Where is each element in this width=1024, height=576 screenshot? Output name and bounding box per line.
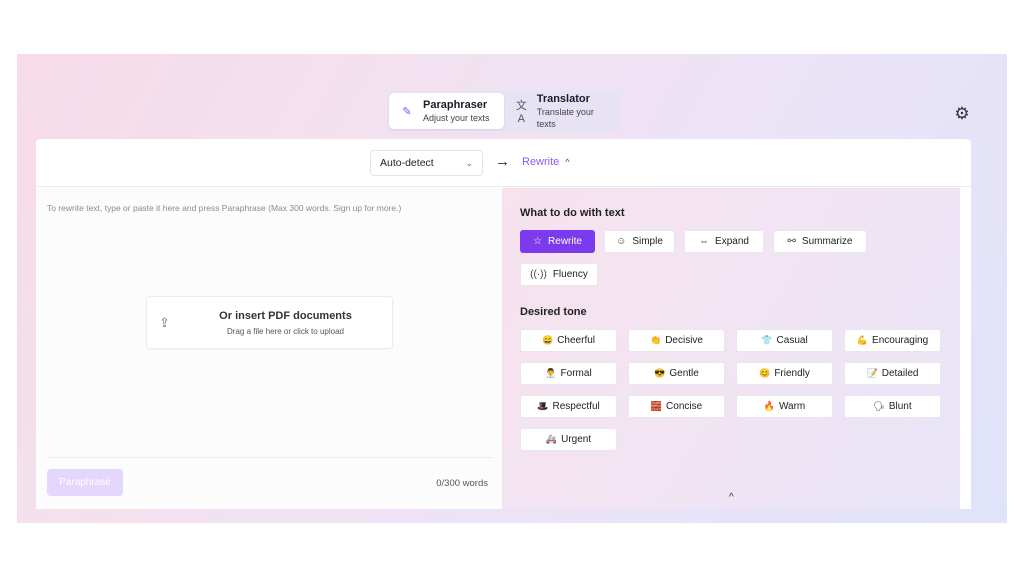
smile-icon: ☺ <box>616 236 627 247</box>
tone-label: Encouraging <box>872 335 929 346</box>
language-value: Auto-detect <box>380 157 434 169</box>
mode-dropdown[interactable]: Rewrite ^ <box>522 156 570 168</box>
chevron-up-icon: ^ <box>565 157 570 167</box>
arrow-right-icon: → <box>495 153 510 170</box>
mode-switch: ✎ Paraphraser Adjust your texts 文A Trans… <box>387 91 621 131</box>
tab-title: Translator <box>536 92 590 105</box>
mode-value: Rewrite <box>522 156 560 168</box>
gear-icon[interactable]: ⚙ <box>953 105 971 123</box>
star-icon: ☆ <box>533 236 543 247</box>
emoji-icon: 👏 <box>649 335 662 345</box>
tone-label: Formal <box>560 368 592 379</box>
option-label: Summarize <box>801 236 853 247</box>
emoji-icon: 😊 <box>759 368 771 378</box>
option-label: Expand <box>715 236 749 247</box>
option-simple[interactable]: ☺ Simple <box>604 230 675 253</box>
paraphrase-button[interactable]: Paraphrase <box>47 469 123 496</box>
tone-label: Decisive <box>665 335 703 346</box>
tone-label: Blunt <box>888 401 912 412</box>
tab-title: Paraphraser <box>423 98 488 111</box>
option-label: Simple <box>632 236 663 247</box>
divider <box>47 457 492 458</box>
tone-warm[interactable]: 🔥 Warm <box>736 395 833 418</box>
tone-title: Desired tone <box>520 306 587 318</box>
tone-blunt[interactable]: 🗣 Blunt <box>844 395 941 418</box>
tone-label: Urgent <box>561 434 592 445</box>
options-pane: What to do with text ☆ Rewrite ☺ Simple ⇔ E… <box>502 188 960 509</box>
option-label: Fluency <box>552 269 588 280</box>
emoji-icon: 🔥 <box>763 401 775 411</box>
tone-label: Concise <box>666 401 703 412</box>
option-rewrite[interactable]: ☆ Rewrite <box>520 230 595 253</box>
emoji-icon: 👨‍💼 <box>545 368 557 378</box>
tone-label: Detailed <box>881 368 919 379</box>
tone-label: Friendly <box>774 368 810 379</box>
tone-cheerful[interactable]: 😄 Cheerful <box>520 329 617 352</box>
tone-detailed[interactable]: 📝 Detailed <box>844 362 941 385</box>
input-pane[interactable]: To rewrite text, type or paste it here a… <box>36 188 507 509</box>
tab-paraphraser[interactable]: ✎ Paraphraser Adjust your texts <box>389 93 504 129</box>
editor-toolbar: Auto-detect ⌄ → Rewrite ^ <box>36 139 971 187</box>
chevron-up-icon[interactable]: ^ <box>729 492 734 503</box>
scrollbar[interactable] <box>960 188 971 509</box>
emoji-icon: 😎 <box>654 368 666 378</box>
tone-concise[interactable]: 🧱 Concise <box>628 395 725 418</box>
tone-casual[interactable]: 👕 Casual <box>736 329 833 352</box>
emoji-icon: 😄 <box>541 335 554 345</box>
tone-label: Warm <box>778 401 806 412</box>
tab-translator[interactable]: 文A Translator Translate your texts <box>504 93 619 129</box>
word-count: 0/300 words <box>436 478 488 489</box>
option-expand[interactable]: ⇔ Expand <box>684 230 764 253</box>
pdf-subtitle: Drag a file here or click to upload <box>227 327 344 336</box>
pencil-icon: ✎ <box>402 105 412 118</box>
emoji-icon: 🚑 <box>545 434 558 444</box>
language-select[interactable]: Auto-detect ⌄ <box>370 150 483 176</box>
emoji-icon: 👕 <box>761 335 773 345</box>
pdf-title: Or insert PDF documents <box>219 310 352 322</box>
chevron-down-icon: ⌄ <box>465 157 473 168</box>
input-placeholder: To rewrite text, type or paste it here a… <box>47 203 402 213</box>
broadcast-icon: ((·)) <box>530 269 547 280</box>
tone-formal[interactable]: 👨‍💼 Formal <box>520 362 617 385</box>
editor-card: Auto-detect ⌄ → Rewrite ^ To rewrite text… <box>36 139 971 509</box>
option-label: Rewrite <box>548 236 582 247</box>
tone-decisive[interactable]: 👏 Decisive <box>628 329 725 352</box>
translate-icon: 文A <box>515 100 527 125</box>
expand-icon: ⇔ <box>699 236 710 247</box>
pdf-upload-box[interactable]: ⇪ Or insert PDF documents Drag a file he… <box>146 296 393 349</box>
tone-label: Casual <box>776 335 808 346</box>
tone-label: Respectful <box>552 401 600 412</box>
app-background: ✎ Paraphraser Adjust your texts 文A Trans… <box>17 54 1007 523</box>
option-summarize[interactable]: ⚯ Summarize <box>773 230 867 253</box>
tone-respectful[interactable]: 🎩 Respectful <box>520 395 617 418</box>
emoji-icon: 💪 <box>856 335 869 345</box>
tone-friendly[interactable]: 😊 Friendly <box>736 362 833 385</box>
tab-subtitle: Translate your texts <box>536 106 594 129</box>
tone-urgent[interactable]: 🚑 Urgent <box>520 428 617 451</box>
emoji-icon: 🗣 <box>873 401 885 411</box>
emoji-icon: 🧱 <box>650 401 663 411</box>
tab-subtitle: Adjust your texts <box>423 112 490 123</box>
option-fluency[interactable]: ((·)) Fluency <box>520 263 598 286</box>
emoji-icon: 🎩 <box>537 401 549 411</box>
options-title: What to do with text <box>520 207 625 219</box>
tone-gentle[interactable]: 😎 Gentle <box>628 362 725 385</box>
tone-label: Cheerful <box>557 335 596 346</box>
tone-encouraging[interactable]: 💪 Encouraging <box>844 329 941 352</box>
summarize-icon: ⚯ <box>787 236 796 247</box>
tone-label: Gentle <box>669 368 699 379</box>
emoji-icon: 📝 <box>866 368 878 378</box>
